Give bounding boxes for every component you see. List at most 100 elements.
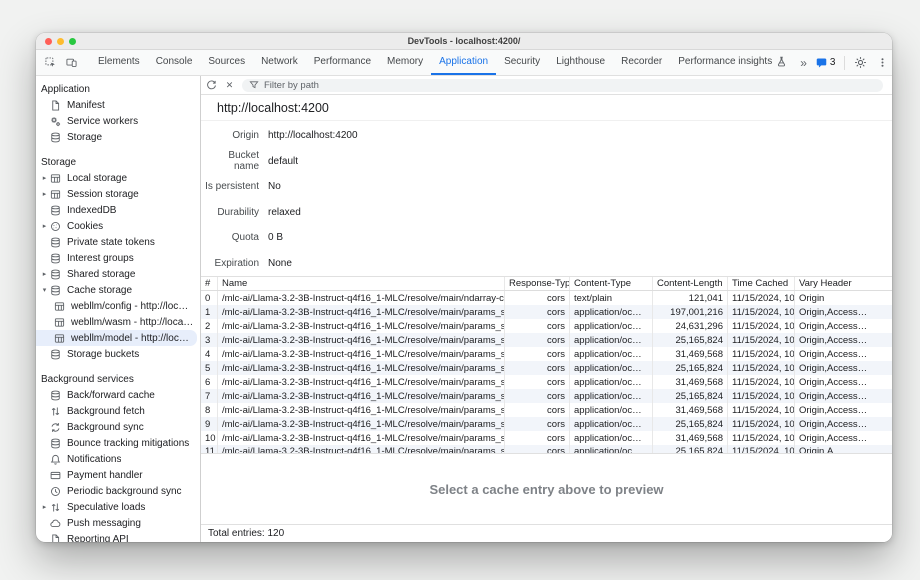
column-header[interactable]: Content-Length — [653, 277, 728, 290]
gears-icon — [50, 116, 61, 127]
tab-performance[interactable]: Performance — [306, 50, 379, 75]
up-down-arrows-icon — [50, 502, 61, 513]
table-row[interactable]: 1/mlc-ai/Llama-3.2-3B-Instruct-q4f16_1-M… — [201, 305, 892, 319]
preview-hint: Select a cache entry above to preview — [429, 482, 663, 497]
column-header[interactable]: Vary Header — [795, 277, 892, 290]
chevron-right-icon[interactable]: ▸ — [39, 270, 50, 278]
tab-network[interactable]: Network — [253, 50, 306, 75]
payment-card-icon — [50, 470, 61, 481]
table-row[interactable]: 3/mlc-ai/Llama-3.2-3B-Instruct-q4f16_1-M… — [201, 333, 892, 347]
meta-value: 0 B — [268, 232, 283, 243]
refresh-button[interactable] — [206, 80, 217, 91]
cache-metadata: Originhttp://localhost:4200 Bucket named… — [201, 121, 892, 276]
sidebar-item-background-fetch[interactable]: Background fetch — [36, 403, 200, 419]
sidebar-item-webllm-model[interactable]: webllm/model - http://loc… — [36, 330, 197, 346]
minimize-window-button[interactable] — [57, 38, 64, 45]
table-row[interactable]: 9/mlc-ai/Llama-3.2-3B-Instruct-q4f16_1-M… — [201, 417, 892, 431]
table-row[interactable]: 8/mlc-ai/Llama-3.2-3B-Instruct-q4f16_1-M… — [201, 403, 892, 417]
device-toolbar-button[interactable] — [61, 50, 82, 75]
column-header[interactable]: Time Cached — [728, 277, 795, 290]
settings-button[interactable] — [849, 56, 872, 69]
divider — [844, 56, 845, 70]
tab-security[interactable]: Security — [496, 50, 548, 75]
more-tabs-button[interactable]: » — [795, 56, 811, 70]
sidebar-item-background-sync[interactable]: Background sync — [36, 419, 200, 435]
devtools-window: DevTools - localhost:4200/ Elements Cons… — [36, 33, 892, 542]
sidebar-item-shared-storage[interactable]: ▸Shared storage — [36, 266, 200, 282]
sidebar-item-interest-groups[interactable]: Interest groups — [36, 250, 200, 266]
tab-application[interactable]: Application — [431, 50, 496, 75]
table-icon — [54, 301, 65, 312]
table-row[interactable]: 5/mlc-ai/Llama-3.2-3B-Instruct-q4f16_1-M… — [201, 361, 892, 375]
flask-icon — [776, 56, 787, 67]
application-sidebar: Application Manifest Service workers Sto… — [36, 76, 201, 542]
table-row-clipped[interactable]: 11/mlc-ai/Llama-3.2-3B-Instruct-q4f16_1-… — [201, 445, 892, 453]
chevron-right-icon[interactable]: ▸ — [39, 222, 50, 230]
meta-value: None — [268, 258, 292, 269]
sidebar-item-bounce-tracking-mitigations[interactable]: Bounce tracking mitigations — [36, 435, 200, 451]
sidebar-item-notifications[interactable]: Notifications — [36, 451, 200, 467]
column-header[interactable]: Response-Type — [505, 277, 570, 290]
chevrons-right-icon: » — [800, 56, 806, 70]
tab-sources[interactable]: Sources — [200, 50, 253, 75]
sidebar-item-storage[interactable]: Storage — [36, 129, 200, 145]
delete-selected-button[interactable]: ✕ — [224, 80, 235, 91]
database-icon — [50, 132, 61, 143]
sidebar-item-cookies[interactable]: ▸Cookies — [36, 218, 200, 234]
sidebar-item-storage-buckets[interactable]: Storage buckets — [36, 346, 200, 362]
sidebar-item-webllm-config[interactable]: webllm/config - http://loc… — [36, 298, 200, 314]
sidebar-item-manifest[interactable]: Manifest — [36, 97, 200, 113]
table-row[interactable]: 7/mlc-ai/Llama-3.2-3B-Instruct-q4f16_1-M… — [201, 389, 892, 403]
sidebar-item-service-workers[interactable]: Service workers — [36, 113, 200, 129]
column-header[interactable]: Content-Type — [570, 277, 653, 290]
sidebar-item-local-storage[interactable]: ▸Local storage — [36, 170, 200, 186]
sidebar-item-speculative-loads[interactable]: ▸Speculative loads — [36, 499, 200, 515]
more-options-button[interactable] — [872, 57, 892, 68]
table-row[interactable]: 0/mlc-ai/Llama-3.2-3B-Instruct-q4f16_1-M… — [201, 291, 892, 305]
sidebar-item-webllm-wasm[interactable]: webllm/wasm - http://loca… — [36, 314, 200, 330]
cache-entries-table: # Name Response-Type Content-Type Conten… — [201, 276, 892, 453]
table-row[interactable]: 2/mlc-ai/Llama-3.2-3B-Instruct-q4f16_1-M… — [201, 319, 892, 333]
sidebar-item-payment-handler[interactable]: Payment handler — [36, 467, 200, 483]
sidebar-item-push-messaging[interactable]: Push messaging — [36, 515, 200, 531]
inspect-element-button[interactable] — [40, 50, 61, 75]
sidebar-item-reporting-api[interactable]: Reporting API — [36, 531, 200, 542]
status-bar: Total entries: 120 — [201, 524, 892, 542]
meta-value: No — [268, 181, 281, 192]
sidebar-item-cache-storage[interactable]: ▾Cache storage — [36, 282, 200, 298]
filter-input[interactable] — [264, 80, 876, 91]
meta-value: relaxed — [268, 207, 301, 218]
sidebar-item-back-forward-cache[interactable]: Back/forward cache — [36, 387, 200, 403]
chevron-right-icon[interactable]: ▸ — [39, 174, 50, 182]
table-row[interactable]: 10/mlc-ai/Llama-3.2-3B-Instruct-q4f16_1-… — [201, 431, 892, 445]
column-header[interactable]: Name — [218, 277, 505, 290]
sidebar-item-session-storage[interactable]: ▸Session storage — [36, 186, 200, 202]
gear-icon — [854, 56, 867, 69]
clock-icon — [50, 486, 61, 497]
kebab-menu-icon — [877, 57, 888, 68]
close-window-button[interactable] — [45, 38, 52, 45]
tab-lighthouse[interactable]: Lighthouse — [548, 50, 613, 75]
cache-origin-title: http://localhost:4200 — [201, 95, 892, 121]
window-title: DevTools - localhost:4200/ — [408, 36, 521, 46]
zoom-window-button[interactable] — [69, 38, 76, 45]
table-row[interactable]: 6/mlc-ai/Llama-3.2-3B-Instruct-q4f16_1-M… — [201, 375, 892, 389]
column-header[interactable]: # — [201, 277, 218, 290]
tab-console[interactable]: Console — [148, 50, 201, 75]
chevron-down-icon[interactable]: ▾ — [39, 286, 50, 294]
filter-box[interactable] — [242, 79, 883, 92]
bell-icon — [50, 454, 61, 465]
tab-recorder[interactable]: Recorder — [613, 50, 670, 75]
tab-elements[interactable]: Elements — [90, 50, 148, 75]
chevron-right-icon[interactable]: ▸ — [39, 190, 50, 198]
sidebar-item-periodic-background-sync[interactable]: Periodic background sync — [36, 483, 200, 499]
title-bar: DevTools - localhost:4200/ — [36, 33, 892, 50]
table-row[interactable]: 4/mlc-ai/Llama-3.2-3B-Instruct-q4f16_1-M… — [201, 347, 892, 361]
issues-button[interactable]: 3 — [811, 57, 841, 68]
sidebar-item-indexeddb[interactable]: IndexedDB — [36, 202, 200, 218]
sidebar-item-private-state-tokens[interactable]: Private state tokens — [36, 234, 200, 250]
cloud-icon — [50, 518, 61, 529]
tab-memory[interactable]: Memory — [379, 50, 431, 75]
chevron-right-icon[interactable]: ▸ — [39, 503, 50, 511]
tab-performance-insights[interactable]: Performance insights — [670, 50, 795, 75]
